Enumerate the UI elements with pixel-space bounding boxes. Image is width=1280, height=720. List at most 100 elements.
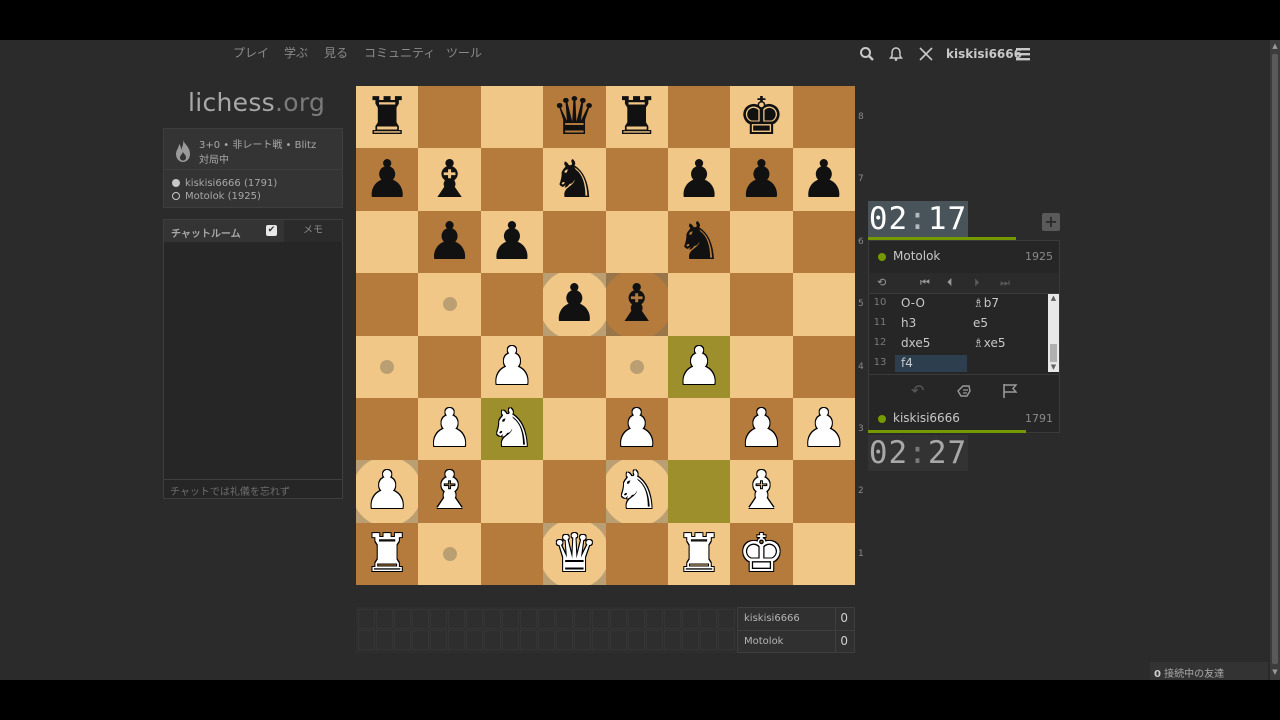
- prev-move-icon[interactable]: ⏴: [947, 276, 953, 290]
- chat-enabled-checkbox[interactable]: ✔: [266, 225, 277, 236]
- square-h7[interactable]: ♟: [792, 148, 855, 211]
- black-move[interactable]: ♗b7: [973, 296, 999, 310]
- square-d5[interactable]: ♟: [543, 273, 606, 336]
- chat-input[interactable]: チャットでは礼儀を忘れず: [163, 479, 343, 499]
- square-g2[interactable]: ♝: [730, 460, 793, 523]
- search-icon[interactable]: [859, 46, 875, 62]
- square-e5[interactable]: ♝: [605, 273, 668, 336]
- square-e6[interactable]: [605, 210, 668, 274]
- chessboard[interactable]: ♜ ♛ ♜ ♚ ♟ ♝ ♞ ♟ ♟ ♟ ♟ ♟ ♞ ♟ ♝ ♟ ♟ ♟ ♞ ♟ ♟ ♟ ♟ ♝ ♞ ♝ ♜ ♛ ♜ ♚: [356, 86, 855, 585]
- black-pawn-icon[interactable]: ♟: [543, 273, 605, 335]
- white-move[interactable]: h3: [895, 316, 967, 330]
- square-f7[interactable]: ♟: [667, 148, 731, 211]
- black-bishop-icon[interactable]: ♝: [418, 148, 480, 210]
- square-h4[interactable]: [792, 335, 855, 398]
- square-f6[interactable]: ♞: [667, 210, 731, 274]
- notification-bell-icon[interactable]: [888, 46, 904, 62]
- opponent-player-row[interactable]: Motolok 1925: [869, 243, 1059, 271]
- white-knight-icon[interactable]: ♞: [606, 460, 668, 522]
- square-c5[interactable]: [480, 273, 544, 336]
- square-b4[interactable]: [418, 335, 481, 398]
- square-d8[interactable]: ♛: [543, 86, 606, 149]
- scroll-down-icon[interactable]: ▼: [1271, 668, 1279, 676]
- square-b1[interactable]: [418, 522, 481, 585]
- square-g3[interactable]: ♟: [730, 397, 793, 461]
- square-e3[interactable]: ♟: [605, 397, 668, 461]
- black-knight-icon[interactable]: ♞: [543, 148, 605, 210]
- resign-flag-icon[interactable]: [1001, 382, 1019, 400]
- black-knight-icon[interactable]: ♞: [668, 211, 730, 273]
- square-b2[interactable]: ♝: [418, 460, 481, 523]
- square-b5[interactable]: [418, 273, 481, 336]
- square-e7[interactable]: [605, 148, 668, 211]
- square-d2[interactable]: [543, 460, 606, 523]
- white-pawn-icon[interactable]: ♟: [793, 398, 855, 460]
- scroll-up-icon[interactable]: ▲: [1048, 294, 1059, 302]
- hamburger-menu-icon[interactable]: [1015, 46, 1031, 62]
- square-g8[interactable]: ♚: [730, 86, 793, 149]
- white-pawn-icon[interactable]: ♟: [730, 398, 792, 460]
- page-scrollbar[interactable]: ▲ ▼: [1270, 40, 1280, 680]
- nav-tools[interactable]: ツール: [446, 44, 482, 61]
- square-h5[interactable]: [792, 273, 855, 336]
- white-pawn-icon[interactable]: ♟: [606, 398, 668, 460]
- crossed-swords-icon[interactable]: [918, 46, 934, 62]
- black-rook-icon[interactable]: ♜: [356, 86, 418, 148]
- square-a6[interactable]: [356, 210, 419, 274]
- square-a2[interactable]: ♟: [356, 460, 419, 523]
- square-b7[interactable]: ♝: [418, 148, 481, 211]
- square-d3[interactable]: [543, 397, 606, 461]
- square-b6[interactable]: ♟: [418, 210, 481, 274]
- square-h1[interactable]: [792, 522, 855, 585]
- self-player-row[interactable]: kiskisi6666 1791: [869, 405, 1059, 433]
- square-a7[interactable]: ♟: [356, 148, 419, 211]
- square-a5[interactable]: [356, 273, 419, 336]
- white-king-icon[interactable]: ♚: [730, 523, 792, 585]
- white-knight-icon[interactable]: ♞: [481, 398, 543, 460]
- black-pawn-icon[interactable]: ♟: [730, 148, 792, 210]
- square-c7[interactable]: [480, 148, 544, 211]
- white-bishop-icon[interactable]: ♝: [730, 460, 792, 522]
- square-g5[interactable]: [730, 273, 793, 336]
- square-c3[interactable]: ♞: [480, 397, 544, 461]
- white-pawn-icon[interactable]: ♟: [668, 336, 730, 398]
- nav-learn[interactable]: 学ぶ: [284, 44, 308, 61]
- square-g1[interactable]: ♚: [730, 522, 793, 585]
- black-bishop-icon[interactable]: ♝: [606, 273, 668, 335]
- scrollbar-thumb[interactable]: [1050, 344, 1057, 362]
- square-b8[interactable]: [418, 86, 481, 149]
- square-c2[interactable]: [480, 460, 544, 523]
- square-e2[interactable]: ♞: [605, 460, 668, 523]
- square-f2[interactable]: [667, 460, 731, 523]
- square-g4[interactable]: [730, 335, 793, 398]
- square-h8[interactable]: [792, 86, 855, 149]
- black-pawn-icon[interactable]: ♟: [668, 148, 730, 210]
- nav-play[interactable]: プレイ: [233, 44, 269, 61]
- black-pawn-icon[interactable]: ♟: [793, 148, 855, 210]
- square-c8[interactable]: [480, 86, 544, 149]
- black-king-icon[interactable]: ♚: [730, 86, 792, 148]
- white-rook-icon[interactable]: ♜: [356, 523, 418, 585]
- tab-chat-room[interactable]: チャットルーム ✔: [164, 220, 284, 242]
- user-menu-name[interactable]: kiskisi6666: [946, 47, 1022, 61]
- player-black-entry[interactable]: Motolok (1925): [172, 191, 261, 202]
- square-h2[interactable]: [792, 460, 855, 523]
- square-g7[interactable]: ♟: [730, 148, 793, 211]
- square-d1[interactable]: ♛: [543, 522, 606, 585]
- square-d7[interactable]: ♞: [543, 148, 606, 211]
- square-a8[interactable]: ♜: [356, 86, 419, 149]
- square-e8[interactable]: ♜: [605, 86, 668, 149]
- square-f1[interactable]: ♜: [667, 522, 731, 585]
- square-f8[interactable]: [667, 86, 731, 149]
- square-c1[interactable]: [480, 522, 544, 585]
- white-move[interactable]: f4: [895, 355, 967, 372]
- offer-draw-hand-icon[interactable]: [955, 382, 973, 400]
- square-h3[interactable]: ♟: [792, 397, 855, 461]
- square-h6[interactable]: [792, 210, 855, 274]
- white-pawn-icon[interactable]: ♟: [481, 336, 543, 398]
- next-move-icon[interactable]: ⏵: [974, 276, 980, 290]
- square-c4[interactable]: ♟: [480, 335, 544, 398]
- square-b3[interactable]: ♟: [418, 397, 481, 461]
- add-time-button[interactable]: +: [1042, 213, 1060, 231]
- square-f4[interactable]: ♟: [667, 335, 731, 398]
